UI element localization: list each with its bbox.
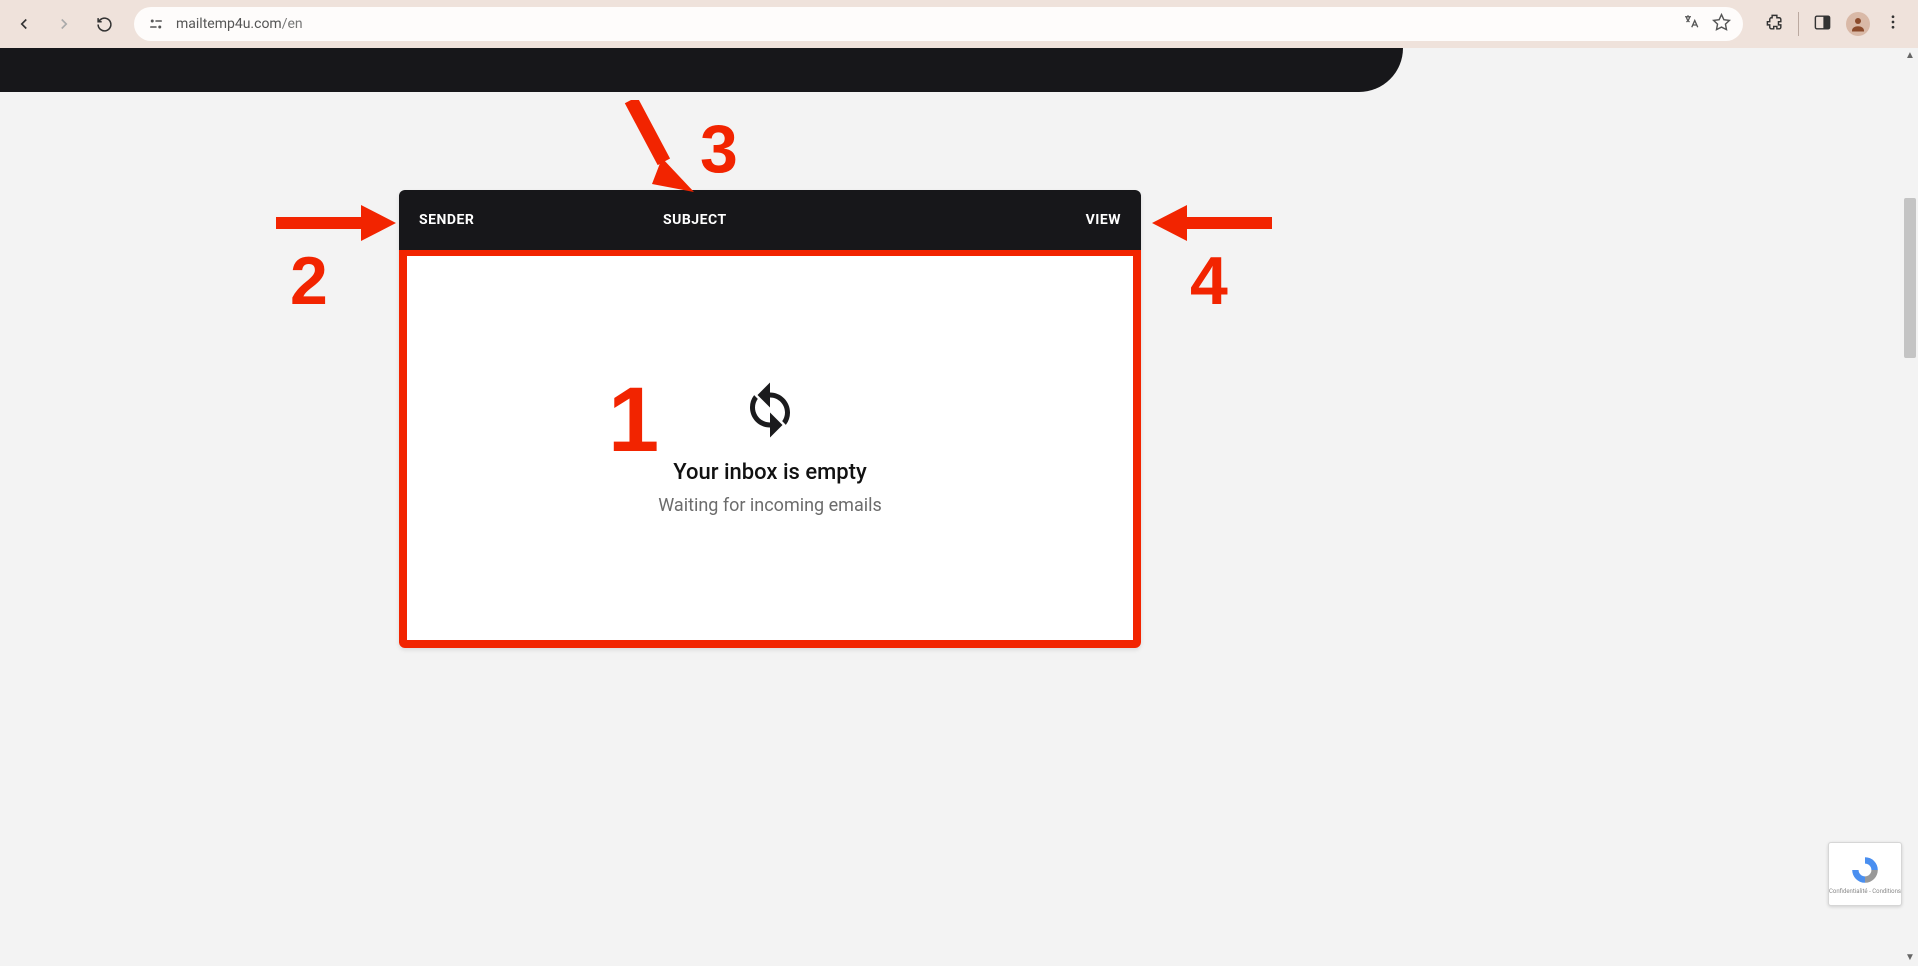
extensions-icon[interactable]: [1765, 13, 1784, 36]
recaptcha-icon: [1847, 854, 1883, 886]
forward-button[interactable]: [48, 8, 80, 40]
column-sender: SENDER: [419, 212, 639, 228]
chrome-extensions-area: [1757, 12, 1910, 36]
page-viewport: SENDER SUBJECT VIEW Your inbox is empty …: [0, 48, 1918, 966]
kebab-menu-icon[interactable]: [1884, 13, 1902, 35]
column-subject: SUBJECT: [639, 212, 1041, 228]
empty-subtitle: Waiting for incoming emails: [658, 495, 882, 516]
profile-avatar[interactable]: [1846, 12, 1870, 36]
page-dark-header: [0, 48, 1403, 92]
address-bar[interactable]: mailtemp4u.com/en: [134, 7, 1743, 41]
scrollbar[interactable]: ▲ ▼: [1902, 48, 1918, 966]
scroll-up-icon[interactable]: ▲: [1904, 50, 1916, 62]
annotation-number-1: 1: [608, 368, 659, 473]
scroll-thumb[interactable]: [1904, 198, 1916, 358]
annotation-number-3: 3: [700, 110, 738, 188]
refresh-icon[interactable]: [740, 380, 800, 440]
back-button[interactable]: [8, 8, 40, 40]
annotation-arrow-2: [276, 203, 396, 243]
reload-button[interactable]: [88, 8, 120, 40]
recaptcha-badge[interactable]: Confidentialité - Conditions: [1828, 842, 1902, 906]
site-settings-icon[interactable]: [146, 14, 166, 34]
annotation-arrow-4: [1152, 203, 1272, 243]
scroll-down-icon[interactable]: ▼: [1904, 952, 1916, 964]
inbox-body: Your inbox is empty Waiting for incoming…: [399, 250, 1141, 648]
bookmark-star-icon[interactable]: [1712, 13, 1731, 36]
url-text: mailtemp4u.com/en: [176, 16, 303, 32]
translate-icon[interactable]: [1682, 13, 1700, 35]
annotation-number-2: 2: [290, 242, 328, 320]
browser-toolbar: mailtemp4u.com/en: [0, 0, 1918, 48]
column-view: VIEW: [1041, 212, 1121, 228]
side-panel-icon[interactable]: [1813, 13, 1832, 36]
empty-title: Your inbox is empty: [673, 460, 867, 485]
annotation-number-4: 4: [1190, 242, 1228, 320]
inbox-column-header: SENDER SUBJECT VIEW: [399, 190, 1141, 250]
inbox-card: SENDER SUBJECT VIEW Your inbox is empty …: [399, 190, 1141, 648]
recaptcha-terms-text: Confidentialité - Conditions: [1829, 888, 1901, 895]
annotation-arrow-3: [614, 100, 704, 200]
